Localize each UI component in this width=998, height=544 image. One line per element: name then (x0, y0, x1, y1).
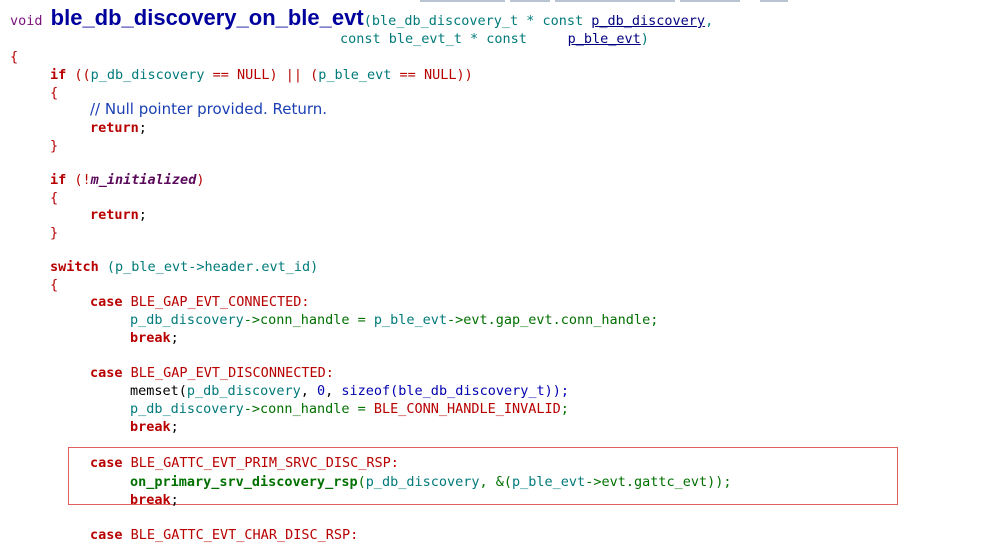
return-type: void (10, 13, 43, 29)
memset-call: memset(p_db_discovery, 0, sizeof(ble_db_… (130, 383, 569, 399)
param1-name[interactable]: p_db_discovery (591, 13, 705, 29)
brace-close: } (50, 138, 59, 154)
brace-open: { (50, 85, 59, 101)
function-brace-open: { (10, 49, 19, 65)
code-comment: // Null pointer provided. Return. (90, 100, 328, 118)
tab-indicator (510, 0, 550, 2)
primary-srv-discovery-call: on_primary_srv_discovery_rsp(p_db_discov… (130, 474, 732, 490)
init-check-if: if (!m_initialized) (50, 172, 205, 188)
case-gap-connected: case BLE_GAP_EVT_CONNECTED: (90, 294, 310, 310)
function-name[interactable]: ble_db_discovery_on_ble_evt (51, 5, 364, 30)
break-statement: break; (130, 492, 179, 508)
param1-type: (ble_db_discovery_t * const (363, 13, 592, 29)
break-statement: break; (130, 330, 179, 346)
return-statement: return; (90, 120, 147, 136)
top-tab-strip (0, 0, 998, 3)
assign-conn-handle-invalid: p_db_discovery->conn_handle = BLE_CONN_H… (130, 401, 569, 417)
tab-indicator (680, 0, 740, 2)
case-gap-disconnected: case BLE_GAP_EVT_DISCONNECTED: (90, 365, 334, 381)
tab-indicator (555, 0, 675, 2)
tab-indicator (760, 0, 788, 2)
function-signature: void ble_db_discovery_on_ble_evt(ble_db_… (10, 5, 714, 30)
switch-statement: switch (p_ble_evt->header.evt_id) (50, 259, 319, 275)
param2-type: const ble_evt_t * const (340, 31, 568, 47)
assign-conn-handle: p_db_discovery->conn_handle = p_ble_evt-… (130, 312, 659, 328)
brace-open: { (50, 190, 59, 206)
return-statement: return; (90, 207, 147, 223)
break-statement: break; (130, 419, 179, 435)
switch-brace-open: { (50, 277, 59, 293)
param2-name[interactable]: p_ble_evt (568, 31, 641, 47)
case-prim-srvc-disc-rsp: case BLE_GATTC_EVT_PRIM_SRVC_DISC_RSP: (90, 455, 399, 471)
function-signature-line2: const ble_evt_t * const p_ble_evt) (340, 31, 649, 47)
case-char-disc-rsp: case BLE_GATTC_EVT_CHAR_DISC_RSP: (90, 527, 359, 543)
null-check-if: if ((p_db_discovery == NULL) || (p_ble_e… (50, 67, 473, 83)
tab-indicator (420, 0, 505, 2)
brace-close: } (50, 225, 59, 241)
